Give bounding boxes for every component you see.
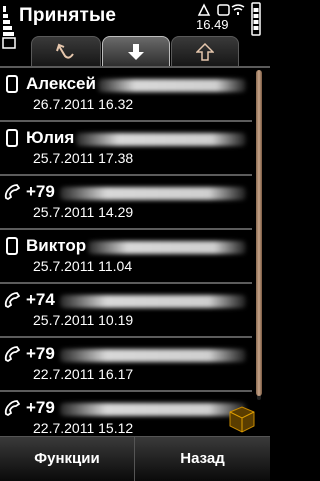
call-date: 25.7.2011 11.04	[33, 258, 133, 274]
call-list-item[interactable]: +74 25.7.2011 10.19	[0, 284, 252, 338]
redacted-number	[60, 349, 246, 362]
phone-handset-icon	[4, 346, 20, 363]
call-date: 26.7.2011 16.32	[33, 96, 134, 112]
phone-handset-icon	[4, 292, 20, 309]
watermark-logo-icon	[229, 406, 255, 433]
contact-name: +79	[26, 398, 55, 417]
call-date: 25.7.2011 17.38	[33, 150, 134, 166]
call-list-item[interactable]: +79 22.7.2011 16.17	[0, 338, 252, 392]
battery-icon	[251, 2, 261, 36]
call-date: 25.7.2011 10.19	[33, 312, 134, 328]
contact-name: Виктор	[26, 236, 87, 255]
redacted-number	[76, 133, 246, 146]
redacted-number	[60, 295, 246, 308]
call-list-item[interactable]: Виктор 25.7.2011 11.04	[0, 230, 252, 284]
call-date: 25.7.2011 14.29	[33, 204, 134, 220]
redacted-number	[98, 79, 246, 92]
contact-name: +74	[26, 290, 55, 309]
page-title: Принятые	[19, 5, 117, 26]
call-log-tabs	[18, 34, 270, 68]
call-list-item[interactable]: Алексей 26.7.2011 16.32	[0, 68, 252, 122]
options-softkey[interactable]: Функции	[0, 437, 135, 481]
back-softkey[interactable]: Назад	[135, 437, 270, 481]
scrollbar[interactable]	[255, 70, 263, 400]
tab-dialed-calls[interactable]	[171, 36, 239, 67]
call-list-item[interactable]: +79 25.7.2011 14.29	[0, 176, 252, 230]
softkey-bar: Функции Назад	[0, 436, 270, 481]
signal-strength-icon	[2, 6, 16, 49]
dialed-arrow-icon	[196, 43, 214, 61]
missed-call-arrow-icon	[56, 43, 74, 59]
redacted-number	[60, 403, 246, 416]
scrollbar-thumb[interactable]	[256, 70, 262, 396]
tab-missed-calls[interactable]	[31, 36, 101, 67]
redacted-number	[60, 187, 246, 200]
mobile-icon	[6, 75, 18, 93]
contact-name: Юлия	[26, 128, 75, 147]
contact-name: +79	[26, 344, 55, 363]
call-date: 22.7.2011 15.12	[33, 420, 134, 436]
phone-handset-icon	[4, 184, 20, 201]
tab-received-calls[interactable]	[102, 36, 170, 67]
clock: 16.49	[196, 17, 229, 32]
call-list-item[interactable]: Юлия 25.7.2011 17.38	[0, 122, 252, 176]
received-arrow-icon	[128, 44, 144, 60]
contact-name: Алексей	[26, 74, 96, 93]
mobile-icon	[6, 237, 18, 255]
mobile-icon	[6, 129, 18, 147]
redacted-number	[88, 241, 246, 254]
phone-handset-icon	[4, 400, 20, 417]
call-date: 22.7.2011 16.17	[33, 366, 134, 382]
status-bar: Принятые 16.49	[0, 0, 270, 49]
call-list: Алексей 26.7.2011 16.32 Юлия 25.7.2011 1…	[0, 68, 252, 446]
contact-name: +79	[26, 182, 55, 201]
